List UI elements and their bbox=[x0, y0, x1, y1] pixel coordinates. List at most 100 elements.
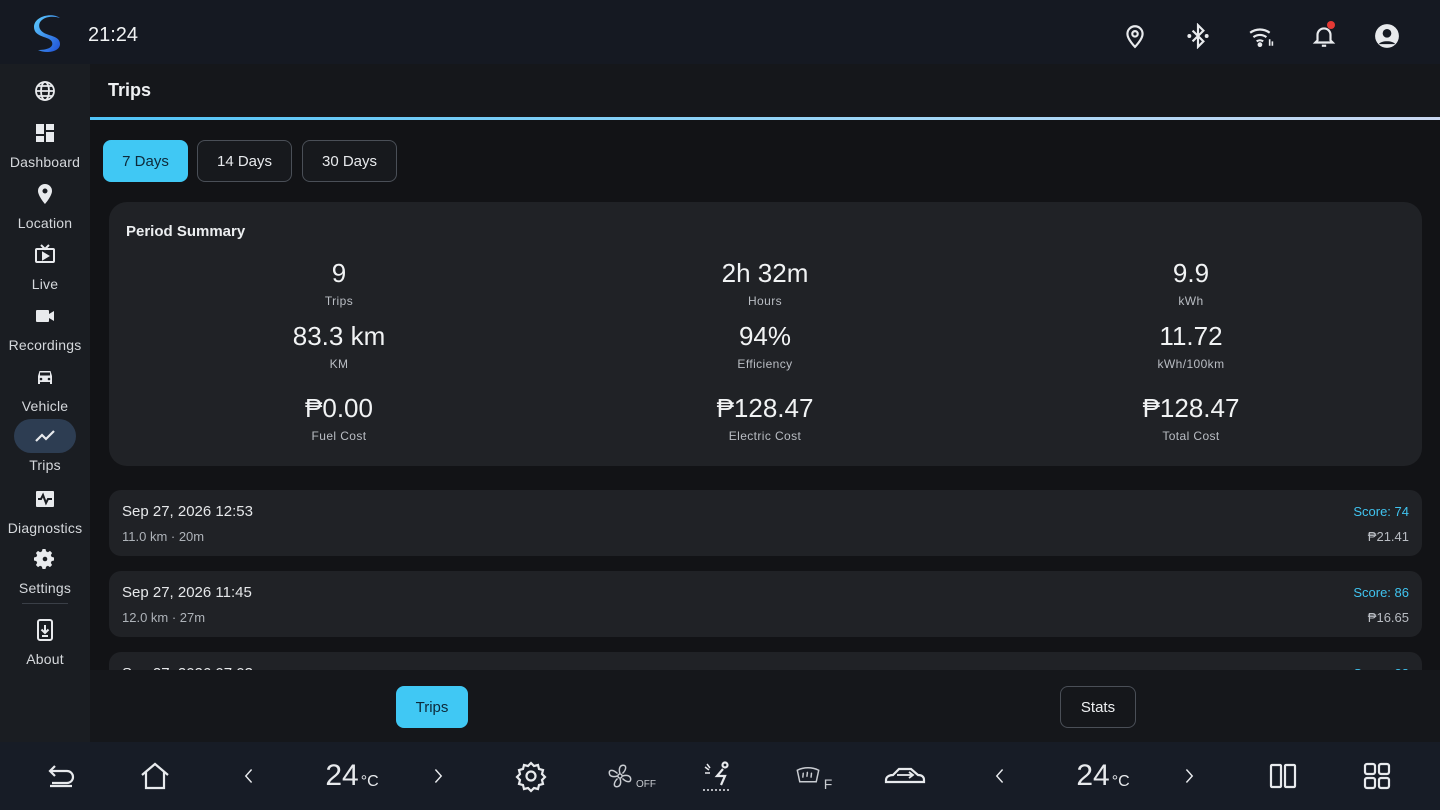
sidebar-label-diagnostics: Diagnostics bbox=[7, 520, 83, 536]
sidebar-label-trips: Trips bbox=[29, 457, 61, 473]
sidebar: Dashboard Location Live Recordings Vehic… bbox=[0, 64, 90, 742]
rear-defrost-icon[interactable]: F bbox=[790, 742, 836, 810]
right-temperature: 24 °C bbox=[1073, 742, 1133, 810]
sidebar-item-recordings[interactable]: Recordings bbox=[0, 299, 90, 353]
trip-cost: ₱21.41 bbox=[1367, 529, 1409, 544]
bluetooth-icon[interactable] bbox=[1166, 18, 1229, 54]
trip-date: Sep 27, 2026 11:45 bbox=[122, 584, 252, 601]
sidebar-item-location[interactable]: Location bbox=[0, 177, 90, 231]
metric-kwh-per-100km: 11.72 kWh/100km bbox=[1041, 321, 1341, 371]
metric-hours: 2h 32m Hours bbox=[615, 258, 915, 308]
metric-efficiency: 94% Efficiency bbox=[615, 321, 915, 371]
system-dock: 24 °C OFF F 24 °C bbox=[0, 742, 1440, 810]
sidebar-label-dashboard: Dashboard bbox=[9, 154, 81, 170]
sidebar-item-diagnostics[interactable]: Diagnostics bbox=[0, 482, 90, 536]
metric-value: 11.72 bbox=[1159, 321, 1223, 351]
metric-electric-cost: ₱128.47 Electric Cost bbox=[615, 393, 915, 443]
metric-label: KM bbox=[329, 357, 349, 371]
home-icon[interactable] bbox=[134, 742, 176, 810]
fan-state-label: OFF bbox=[636, 778, 656, 790]
tab-trips[interactable]: Trips bbox=[396, 686, 468, 728]
metric-label: Fuel Cost bbox=[311, 429, 367, 443]
live-tv-icon bbox=[14, 238, 76, 272]
sidebar-item-trips[interactable]: Trips bbox=[0, 419, 90, 473]
metric-value: 2h 32m bbox=[721, 258, 809, 288]
metric-value: 94% bbox=[738, 321, 792, 351]
location-pin-icon[interactable] bbox=[1103, 18, 1166, 54]
app-logo bbox=[34, 15, 60, 52]
globe-icon bbox=[14, 74, 76, 108]
metric-label: kWh/100km bbox=[1157, 357, 1225, 371]
main-content: Trips 7 Days 14 Days 30 Days Period Summ… bbox=[90, 64, 1440, 742]
metric-label: Electric Cost bbox=[728, 429, 802, 443]
sidebar-label-location: Location bbox=[17, 215, 73, 231]
period-7-days-button[interactable]: 7 Days bbox=[103, 140, 188, 182]
metric-kwh: 9.9 kWh bbox=[1041, 258, 1341, 308]
metric-label: Trips bbox=[324, 294, 354, 308]
trip-cost: ₱16.65 bbox=[1367, 610, 1409, 625]
right-temp-increase-chevron-right-icon[interactable] bbox=[1176, 742, 1202, 810]
sidebar-item-dashboard[interactable]: Dashboard bbox=[0, 116, 90, 170]
sidebar-label-recordings: Recordings bbox=[8, 337, 82, 353]
defrost-label: F bbox=[823, 776, 833, 792]
account-icon[interactable] bbox=[1355, 18, 1418, 54]
trip-list-item[interactable]: Sep 27, 2026 12:53 11.0 km · 20m Score: … bbox=[109, 490, 1422, 556]
gear-icon bbox=[14, 542, 76, 576]
metric-value: ₱128.47 bbox=[1142, 393, 1240, 423]
sidebar-item-vehicle[interactable]: Vehicle bbox=[0, 360, 90, 414]
right-temp-value: 24 bbox=[1076, 759, 1110, 792]
tab-stats[interactable]: Stats bbox=[1060, 686, 1136, 728]
trip-list-item[interactable]: Sep 27, 2026 11:45 12.0 km · 27m Score: … bbox=[109, 571, 1422, 637]
period-14-days-button[interactable]: 14 Days bbox=[197, 140, 292, 182]
video-camera-icon bbox=[14, 299, 76, 333]
sidebar-item-settings[interactable]: Settings bbox=[0, 542, 90, 596]
metric-label: Hours bbox=[747, 294, 782, 308]
notification-bell-icon[interactable] bbox=[1292, 18, 1355, 54]
fan-icon[interactable]: OFF bbox=[606, 742, 656, 810]
sidebar-item-about[interactable]: About bbox=[0, 613, 90, 667]
metric-label: kWh bbox=[1178, 294, 1204, 308]
title-underline bbox=[90, 117, 1440, 120]
seat-airflow-icon[interactable] bbox=[696, 742, 738, 810]
sidebar-label-settings: Settings bbox=[18, 580, 72, 596]
split-screen-icon[interactable] bbox=[1262, 742, 1304, 810]
car-icon bbox=[14, 360, 76, 394]
back-icon[interactable] bbox=[40, 742, 82, 810]
car-recirculation-icon[interactable] bbox=[880, 742, 930, 810]
period-30-days-button[interactable]: 30 Days bbox=[302, 140, 397, 182]
right-temp-decrease-chevron-left-icon[interactable] bbox=[987, 742, 1013, 810]
sidebar-item-live[interactable]: Live bbox=[0, 238, 90, 292]
apps-grid-icon[interactable] bbox=[1356, 742, 1398, 810]
wifi-icon[interactable] bbox=[1229, 18, 1292, 54]
trend-line-icon bbox=[14, 419, 76, 453]
sidebar-label-live: Live bbox=[31, 276, 59, 292]
left-temp-increase-chevron-right-icon[interactable] bbox=[425, 742, 451, 810]
metric-value: 9 bbox=[331, 258, 347, 288]
period-summary-card: Period Summary 9 Trips 2h 32m Hours 9.9 … bbox=[109, 202, 1422, 466]
climate-settings-icon[interactable] bbox=[512, 742, 550, 810]
sidebar-label-about: About bbox=[26, 651, 64, 667]
metric-label: Total Cost bbox=[1162, 429, 1220, 443]
metric-trips: 9 Trips bbox=[189, 258, 489, 308]
trip-score: Score: 74 bbox=[1353, 504, 1409, 519]
trip-score: Score: 86 bbox=[1353, 585, 1409, 600]
left-temp-value: 24 bbox=[325, 759, 359, 792]
bottom-tab-bar: Trips Stats bbox=[90, 670, 1440, 742]
temp-unit: °C bbox=[1111, 773, 1130, 790]
metric-value: ₱0.00 bbox=[305, 393, 373, 423]
location-pin-icon bbox=[14, 177, 76, 211]
clock: 21:24 bbox=[88, 24, 139, 46]
sidebar-item-globe[interactable] bbox=[0, 74, 90, 108]
left-temperature: 24 °C bbox=[322, 742, 382, 810]
metric-value: ₱128.47 bbox=[716, 393, 814, 423]
metric-km: 83.3 km KM bbox=[189, 321, 489, 371]
page-title: Trips bbox=[108, 80, 152, 100]
metric-value: 83.3 km bbox=[292, 321, 386, 351]
trip-date: Sep 27, 2026 12:53 bbox=[122, 503, 253, 520]
trip-distance-duration: 11.0 km · 20m bbox=[122, 529, 205, 544]
metric-fuel-cost: ₱0.00 Fuel Cost bbox=[189, 393, 489, 443]
summary-title: Period Summary bbox=[126, 223, 246, 240]
metric-label: Efficiency bbox=[737, 357, 793, 371]
sidebar-label-vehicle: Vehicle bbox=[21, 398, 69, 414]
left-temp-decrease-chevron-left-icon[interactable] bbox=[236, 742, 262, 810]
